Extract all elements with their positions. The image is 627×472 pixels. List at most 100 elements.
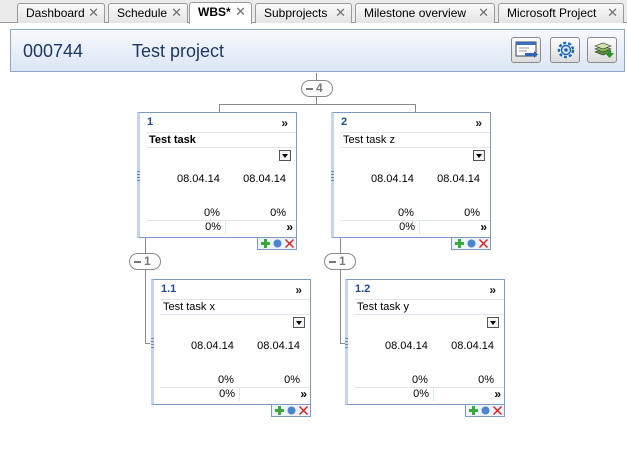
percent-complete: 0% — [204, 207, 220, 219]
progress-input[interactable]: 0% — [354, 388, 434, 401]
dropdown-arrow-icon[interactable] — [279, 150, 291, 161]
export-icon — [515, 41, 538, 58]
tab-label: Schedule — [117, 6, 168, 20]
tree-connector — [219, 104, 415, 105]
tab-label: Dashboard — [26, 6, 85, 20]
close-icon[interactable]: ✕ — [335, 4, 346, 22]
task-card[interactable]: 1.2 » Test task y 08.04.14 08.04.14 0% 0… — [345, 279, 505, 417]
tab-dashboard[interactable]: Dashboard ✕ — [17, 3, 105, 23]
end-date: 08.04.14 — [243, 173, 286, 185]
tree-connector — [145, 343, 150, 344]
start-date: 08.04.14 — [371, 173, 414, 185]
expand-row-button[interactable]: » — [494, 387, 501, 401]
close-icon[interactable]: ✕ — [171, 4, 182, 22]
wbs-number: 1.2 — [355, 283, 371, 295]
add-icon[interactable] — [275, 406, 284, 415]
tree-connector — [340, 270, 341, 343]
collapse-task-1-toggle[interactable]: 1 — [129, 253, 161, 270]
tab-milestone-overview[interactable]: Milestone overview ✕ — [355, 3, 495, 23]
card-actions — [271, 405, 311, 417]
percent-complete: 0% — [398, 207, 414, 219]
minus-icon — [306, 87, 313, 90]
task-card[interactable]: 1 » Test task 08.04.14 08.04.14 0% 0% 0%… — [137, 112, 297, 250]
info-icon[interactable] — [467, 239, 476, 248]
tab-subprojects[interactable]: Subprojects ✕ — [255, 3, 352, 23]
task-card[interactable]: 1.1 » Test task x 08.04.14 08.04.14 0% 0… — [151, 279, 311, 417]
add-icon[interactable] — [469, 406, 478, 415]
start-date: 08.04.14 — [191, 340, 234, 352]
tab-label: WBS* — [198, 5, 231, 19]
delete-icon[interactable] — [285, 239, 294, 248]
expand-row-button[interactable]: » — [286, 220, 293, 234]
tab-strip: Dashboard ✕ Schedule ✕ WBS* ✕ Subproject… — [0, 0, 627, 24]
percent-planned: 0% — [464, 207, 480, 219]
minus-icon — [134, 260, 141, 263]
progress-row: 0% » — [340, 220, 490, 234]
info-icon[interactable] — [481, 406, 490, 415]
task-name-field[interactable]: Test task y — [354, 299, 504, 315]
project-header: 000744 Test project — [10, 29, 625, 72]
expand-details-button[interactable]: » — [489, 283, 496, 297]
expand-details-button[interactable]: » — [475, 116, 482, 130]
percent-complete: 0% — [412, 374, 428, 386]
tab-label: Subprojects — [264, 6, 328, 20]
task-name-field[interactable]: Test task — [146, 132, 296, 148]
expand-row-button[interactable]: » — [300, 387, 307, 401]
wbs-number: 1.1 — [161, 283, 177, 295]
project-title: Test project — [132, 41, 225, 61]
tree-connector — [145, 270, 146, 343]
collapse-count: 1 — [144, 254, 151, 268]
delete-icon[interactable] — [479, 239, 488, 248]
drag-handle-icon[interactable] — [151, 338, 154, 348]
progress-input[interactable]: 0% — [340, 221, 420, 234]
task-card[interactable]: 2 » Test task z 08.04.14 08.04.14 0% 0% … — [331, 112, 491, 250]
progress-row: 0% » — [354, 387, 504, 401]
info-icon[interactable] — [287, 406, 296, 415]
tab-schedule[interactable]: Schedule ✕ — [108, 3, 188, 23]
dropdown-arrow-icon[interactable] — [473, 150, 485, 161]
card-actions — [257, 238, 297, 250]
collapse-count: 1 — [339, 254, 346, 268]
progress-row: 0% » — [146, 220, 296, 234]
settings-button[interactable] — [550, 37, 580, 63]
tree-connector — [316, 97, 317, 104]
tab-wbs[interactable]: WBS* ✕ — [189, 2, 252, 24]
drag-handle-icon[interactable] — [137, 171, 140, 181]
expand-row-button[interactable]: » — [480, 220, 487, 234]
expand-details-button[interactable]: » — [281, 116, 288, 130]
tree-connector — [219, 104, 220, 112]
percent-planned: 0% — [284, 374, 300, 386]
close-icon[interactable]: ✕ — [88, 4, 99, 22]
tab-label: Milestone overview — [364, 6, 467, 20]
project-number: 000744 — [23, 41, 84, 61]
drag-handle-icon[interactable] — [345, 338, 348, 348]
percent-planned: 0% — [270, 207, 286, 219]
close-icon[interactable]: ✕ — [235, 3, 246, 21]
dropdown-arrow-icon[interactable] — [487, 317, 499, 328]
add-icon[interactable] — [455, 239, 464, 248]
task-name-field[interactable]: Test task z — [340, 132, 490, 148]
task-name-field[interactable]: Test task x — [160, 299, 310, 315]
tree-connector — [415, 104, 416, 112]
close-icon[interactable]: ✕ — [607, 4, 618, 22]
add-icon[interactable] — [261, 239, 270, 248]
percent-complete: 0% — [218, 374, 234, 386]
dropdown-arrow-icon[interactable] — [293, 317, 305, 328]
close-icon[interactable]: ✕ — [478, 4, 489, 22]
drag-handle-icon[interactable] — [331, 171, 334, 181]
export-button[interactable] — [511, 37, 541, 63]
collapse-root-toggle[interactable]: 4 — [301, 80, 333, 97]
tab-microsoft-project[interactable]: Microsoft Project ✕ — [498, 3, 624, 23]
progress-input[interactable]: 0% — [146, 221, 226, 234]
delete-icon[interactable] — [299, 406, 308, 415]
card-actions — [451, 238, 491, 250]
layers-button[interactable] — [587, 37, 617, 63]
delete-icon[interactable] — [493, 406, 502, 415]
info-icon[interactable] — [273, 239, 282, 248]
wbs-number: 1 — [147, 116, 154, 128]
expand-details-button[interactable]: » — [295, 283, 302, 297]
progress-input[interactable]: 0% — [160, 388, 240, 401]
end-date: 08.04.14 — [257, 340, 300, 352]
end-date: 08.04.14 — [437, 173, 480, 185]
collapse-task-2-toggle[interactable]: 1 — [324, 253, 356, 270]
